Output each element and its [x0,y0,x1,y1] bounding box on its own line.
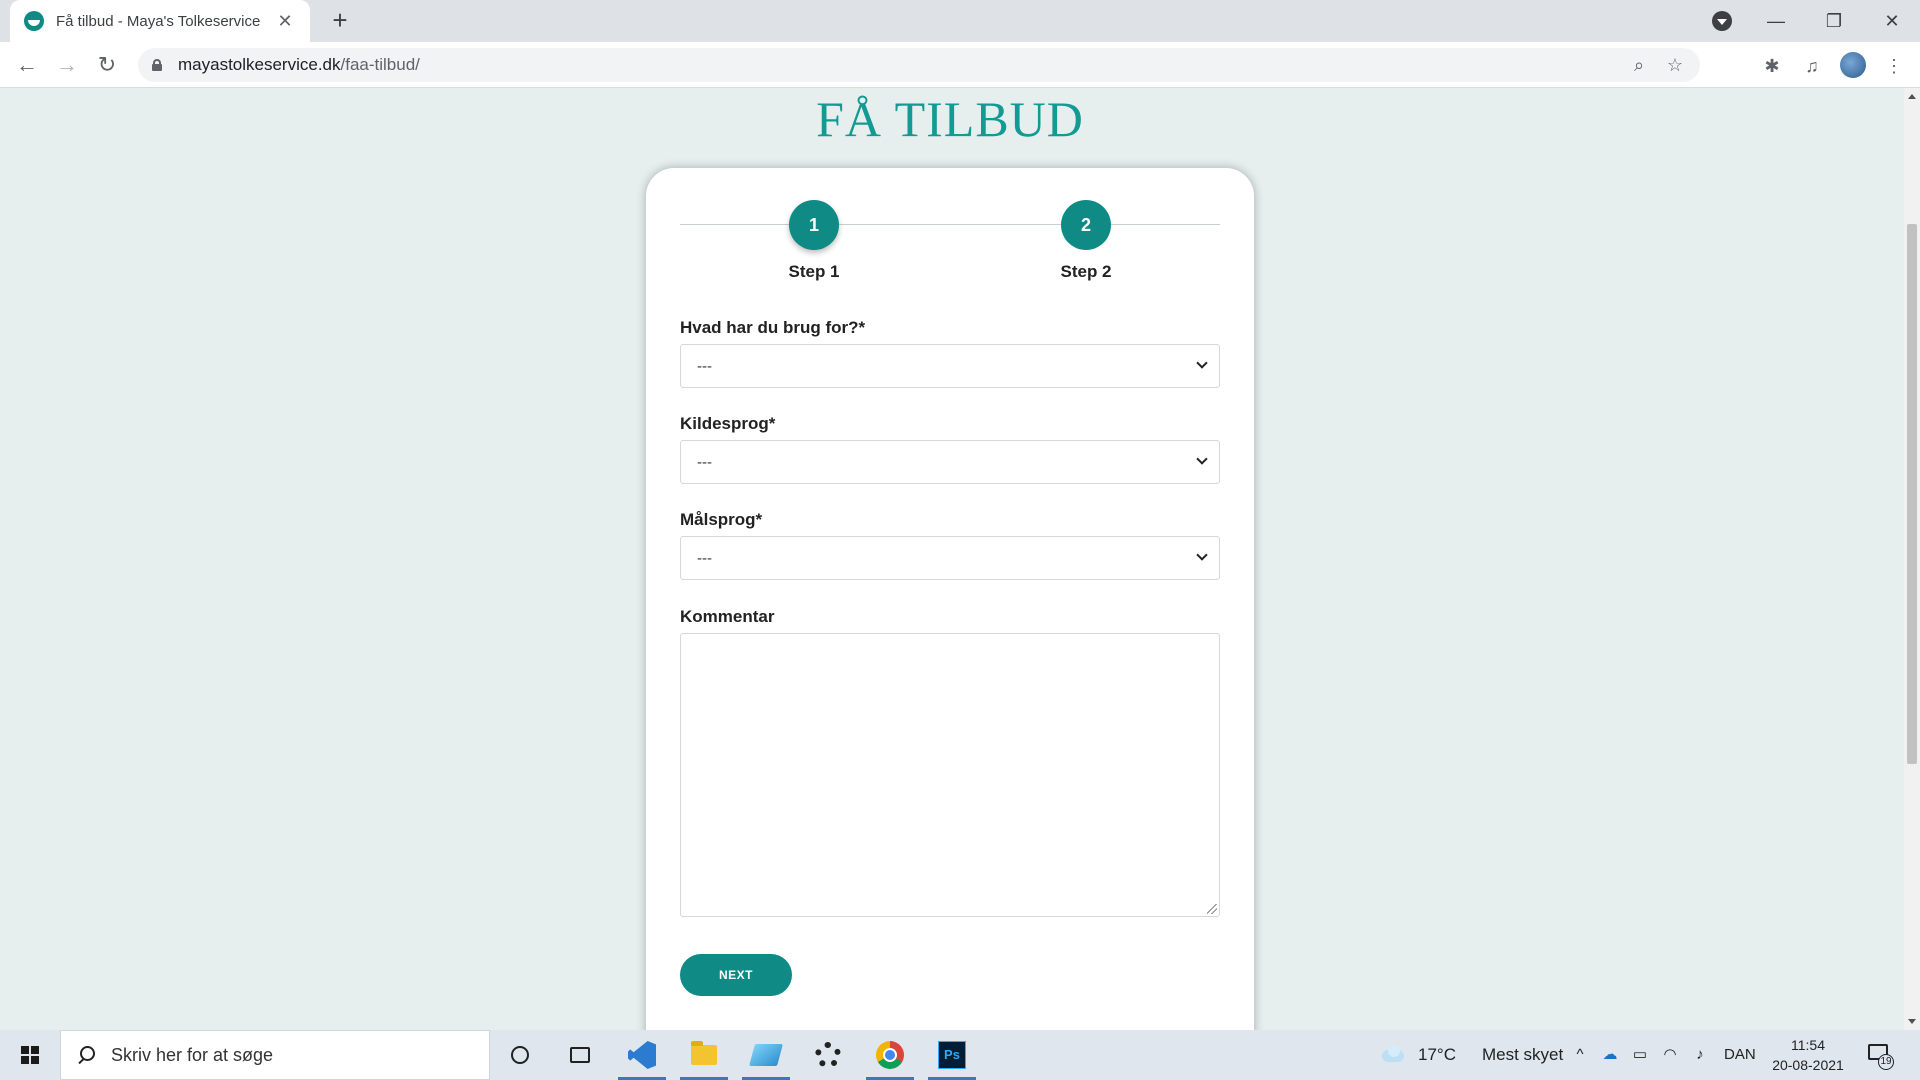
start-button[interactable] [0,1030,60,1080]
weather-cloud-icon[interactable] [1380,1044,1406,1064]
gear-icon [815,1042,841,1068]
photoshop-icon: Ps [938,1041,966,1069]
step-progress-line [680,224,1220,225]
step-1-indicator: 1 [789,200,839,250]
target-language-label: Målsprog* [680,510,763,529]
step-2-label: Step 2 [1060,262,1112,281]
system-clock[interactable]: 11:54 20-08-2021 [1766,1035,1850,1075]
zoom-icon[interactable]: ⌕ [1628,54,1650,76]
media-control-icon[interactable]: ♫ [1800,54,1824,78]
source-language-select[interactable]: --- [680,440,1220,484]
clock-time: 11:54 [1791,1037,1825,1053]
input-language[interactable]: DAN [1724,1030,1756,1080]
extensions-icon[interactable]: ✱ [1760,54,1784,78]
settings-taskbar-app[interactable] [798,1030,858,1080]
source-language-label: Kildesprog* [680,414,776,433]
target-language-select[interactable]: --- [680,536,1220,580]
browser-tab[interactable]: Få tilbud - Maya's Tolkeservice ✕ [10,0,310,42]
need-select-value: --- [697,357,712,375]
back-button[interactable]: ← [12,50,42,80]
chevron-down-icon [1197,551,1207,561]
browser-tab-bar: Få tilbud - Maya's Tolkeservice ✕ + — ❐ … [0,0,1920,42]
chrome-taskbar-app[interactable] [860,1030,920,1080]
cortana-button[interactable] [490,1030,550,1080]
tab-close-icon[interactable]: ✕ [274,11,296,32]
comment-textarea[interactable] [680,633,1220,917]
profile-avatar[interactable] [1840,52,1866,78]
next-button[interactable]: NEXT [680,954,792,996]
minimize-button[interactable]: — [1748,0,1804,42]
reload-button[interactable]: ↻ [92,50,122,80]
chrome-icon [876,1041,904,1069]
chevron-up-icon[interactable]: ^ [1570,1045,1590,1065]
forward-button[interactable]: → [52,50,82,80]
vscode-icon [628,1041,656,1069]
url-path: /faa-tilbud/ [340,55,420,74]
taskbar-search[interactable]: Skriv her for at søge [60,1030,490,1080]
clock-date: 20-08-2021 [1772,1057,1844,1073]
notification-center-button[interactable]: 19 [1868,1042,1894,1070]
bookmark-star-icon[interactable]: ☆ [1664,54,1686,76]
tab-search-icon[interactable] [1712,11,1732,31]
cortana-icon [511,1046,529,1064]
browser-menu-icon[interactable]: ⋮ [1882,54,1906,78]
battery-icon[interactable]: ▭ [1630,1045,1650,1065]
page-title: FÅ TILBUD [816,91,1084,147]
quote-form-card: 1 Step 1 2 Step 2 Hvad har du brug for?*… [646,168,1254,1030]
step-2-indicator: 2 [1061,200,1111,250]
notification-count-badge: 19 [1878,1054,1894,1070]
folder-icon [691,1041,717,1065]
site-favicon-icon [24,11,44,31]
close-window-button[interactable]: ✕ [1864,0,1920,42]
tab-title: Få tilbud - Maya's Tolkeservice [56,12,261,30]
step-1-label: Step 1 [788,262,840,281]
search-icon [77,1046,95,1064]
chevron-down-icon [1197,455,1207,465]
task-view-button[interactable] [550,1030,610,1080]
scroll-thumb[interactable] [1907,224,1917,764]
vscode-taskbar-app[interactable] [612,1030,672,1080]
page-scrollbar[interactable] [1904,88,1920,1030]
file-explorer-taskbar-app[interactable] [674,1030,734,1080]
new-tab-button[interactable]: + [325,6,355,36]
windows-logo-icon [21,1046,39,1064]
source-language-value: --- [697,453,712,471]
url-host: mayastolkeservice.dk [178,55,341,74]
volume-icon[interactable]: ♪ [1690,1045,1710,1065]
restore-button[interactable]: ❐ [1806,0,1862,42]
scroll-down-icon[interactable] [1908,1019,1916,1024]
taskbar-search-placeholder: Skriv her for at søge [111,1044,274,1065]
target-language-value: --- [697,549,712,567]
page-content: FÅ TILBUD 1 Step 1 2 Step 2 Hvad har du … [0,88,1904,1030]
address-bar[interactable]: mayastolkeservice.dk/faa-tilbud/ ⌕ ☆ [138,48,1700,82]
need-select[interactable]: --- [680,344,1220,388]
photoshop-taskbar-app[interactable]: Ps [922,1030,982,1080]
notepad-icon [749,1044,783,1066]
wifi-icon[interactable]: ◠ [1660,1045,1680,1065]
chevron-down-icon [1197,359,1207,369]
need-label: Hvad har du brug for?* [680,318,866,337]
weather-description[interactable]: Mest skyet [1482,1030,1563,1080]
browser-toolbar: ← → ↻ mayastolkeservice.dk/faa-tilbud/ ⌕… [0,42,1920,88]
notepad-taskbar-app[interactable] [736,1030,796,1080]
comment-label: Kommentar [680,607,775,626]
lock-icon[interactable] [152,59,162,71]
scroll-up-icon[interactable] [1908,94,1916,99]
windows-taskbar: Skriv her for at søge Ps 17°C Mest skyet… [0,1030,1920,1080]
resize-handle-icon[interactable] [1207,904,1217,914]
task-view-icon [570,1047,590,1063]
weather-temperature[interactable]: 17°C [1418,1030,1456,1080]
onedrive-cloud-icon[interactable]: ☁ [1600,1045,1620,1065]
